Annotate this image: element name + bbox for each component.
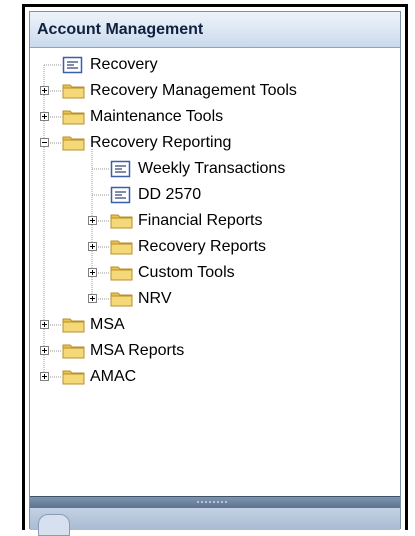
expand-icon[interactable] <box>40 372 49 381</box>
folder-icon <box>62 82 86 105</box>
tree-item-label: MSA Reports <box>90 342 185 359</box>
folder-icon <box>110 212 134 235</box>
folder-icon <box>110 238 134 261</box>
account-management-panel: Account Management Recovery Recovery Mana… <box>29 11 401 536</box>
page-icon <box>110 186 132 209</box>
tree-item-financial-reports[interactable]: Financial Reports <box>30 210 390 232</box>
tree-item-label: Recovery Reporting <box>90 134 232 151</box>
tree-item-label: Weekly Transactions <box>138 160 286 177</box>
folder-icon <box>62 108 86 131</box>
tree-item-msa-reports[interactable]: MSA Reports <box>30 340 390 362</box>
folder-icon <box>110 264 134 287</box>
page-icon <box>110 160 132 183</box>
tree-item-label: Recovery <box>90 56 158 73</box>
tree-item-recovery-management-tools[interactable]: Recovery Management Tools <box>30 80 390 102</box>
tree-item-custom-tools[interactable]: Custom Tools <box>30 262 390 284</box>
tree-item-dd-2570[interactable]: DD 2570 <box>30 184 390 206</box>
tree-item-msa[interactable]: MSA <box>30 314 390 336</box>
expand-icon[interactable] <box>40 346 49 355</box>
splitter-grip-icon[interactable] <box>196 500 228 504</box>
tree-item-recovery-reports[interactable]: Recovery Reports <box>30 236 390 258</box>
bottom-bar <box>30 508 400 536</box>
collapse-icon[interactable] <box>40 138 49 147</box>
expand-icon[interactable] <box>88 216 97 225</box>
tree-item-recovery[interactable]: Recovery <box>30 54 390 76</box>
tree-item-label: Maintenance Tools <box>90 108 224 125</box>
tree-item-label: AMAC <box>90 368 137 385</box>
expand-icon[interactable] <box>40 320 49 329</box>
page-icon <box>62 56 84 79</box>
window-frame: Account Management Recovery Recovery Mana… <box>22 4 408 536</box>
tree-item-label: Recovery Reports <box>138 238 267 255</box>
tree-item-label: NRV <box>138 290 172 307</box>
folder-icon <box>110 290 134 313</box>
folder-icon <box>62 134 86 157</box>
expand-icon[interactable] <box>40 86 49 95</box>
tree-item-label: Financial Reports <box>138 212 263 229</box>
tree-item-recovery-reporting[interactable]: Recovery Reporting <box>30 132 390 154</box>
expand-icon[interactable] <box>88 294 97 303</box>
panel-header: Account Management <box>30 12 400 48</box>
expand-icon[interactable] <box>88 268 97 277</box>
bottom-tab[interactable] <box>38 514 70 536</box>
tree-item-amac[interactable]: AMAC <box>30 366 390 388</box>
folder-icon <box>62 368 86 391</box>
panel-title: Account Management <box>37 21 204 38</box>
tree-item-maintenance-tools[interactable]: Maintenance Tools <box>30 106 390 128</box>
folder-icon <box>62 316 86 339</box>
tree-item-label: Recovery Management Tools <box>90 82 297 99</box>
tree-item-label: Custom Tools <box>138 264 235 281</box>
navigation-tree: Recovery Recovery Management Tools Mainten… <box>30 48 400 496</box>
folder-icon <box>62 342 86 365</box>
expand-icon[interactable] <box>88 242 97 251</box>
tree-item-weekly-transactions[interactable]: Weekly Transactions <box>30 158 390 180</box>
expand-icon[interactable] <box>40 112 49 121</box>
tree-item-nrv[interactable]: NRV <box>30 288 390 310</box>
tree-item-label: DD 2570 <box>138 186 202 203</box>
tree-item-label: MSA <box>90 316 125 333</box>
